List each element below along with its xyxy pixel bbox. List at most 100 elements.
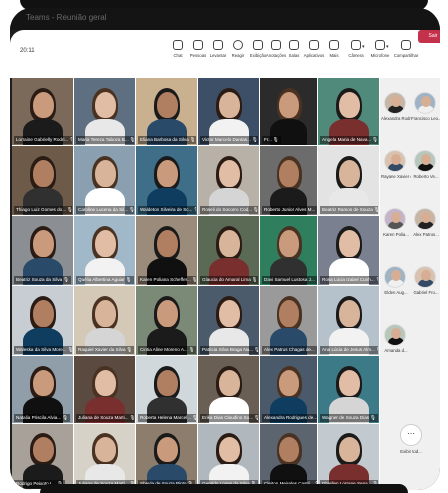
participant-face [339, 370, 360, 396]
participant-face [95, 437, 116, 462]
participant-video-tile[interactable]: Geraldo Lopes da Silva🎙 [198, 424, 259, 489]
panel-participant[interactable]: Karen Polia... [381, 208, 409, 237]
avatar [384, 92, 406, 114]
panel-participant[interactable]: Alex Patrus... [411, 208, 439, 237]
microphone-icon: 🎙 [316, 347, 317, 352]
participant-video-tile[interactable]: Beatriz Souza da Silva🎙 [12, 216, 73, 285]
participant-video-tile[interactable]: Alex Patrus Chagas de...🎙 [260, 286, 317, 355]
panel-participant-name: Alex Patrus... [413, 232, 439, 237]
participant-face [219, 370, 240, 396]
panel-participant[interactable]: Roberto Ve... [411, 150, 439, 179]
participant-video-tile[interactable]: Ana Lúcia de Jesus Alm...🎙 [318, 286, 379, 355]
microphone-icon: 🎙 [67, 207, 72, 212]
participant-name: Maria Tereza Taboza B... [78, 137, 129, 142]
participant-name: Victor Marcelo Dantas... [202, 137, 251, 142]
bottom-device-bezel [40, 484, 408, 493]
participant-face [219, 300, 240, 327]
participant-video-tile[interactable]: Waleska da Silva More...🎙 [12, 286, 73, 355]
participant-face [219, 92, 240, 118]
participant-face [279, 300, 299, 327]
avatar-face [391, 270, 401, 281]
participant-video-tile[interactable]: Roberta Helena Marcel...🎙 [136, 356, 197, 423]
participant-video-tile[interactable]: Glaucia do Amaral Lima🎙 [198, 216, 259, 285]
participant-face [95, 370, 116, 396]
participant-video-tile[interactable]: Rosa Lúcia Izabel Cunh...🎙 [318, 216, 379, 285]
panel-participant[interactable]: Rayane Xavier d... [381, 150, 411, 179]
react-icon [233, 40, 243, 50]
participant-video-tile[interactable]: Juliana de Souza Marti...🎙 [74, 424, 135, 489]
participant-video-tile[interactable]: Beatriz Ramos de Souza🎙 [318, 146, 379, 215]
participant-video-tile[interactable]: Karen Poliana Scheffer...🎙 [136, 216, 197, 285]
panel-participant-name: Roberto Ve... [413, 174, 439, 179]
participant-video-tile[interactable]: Eliana Barbosa da Silva🎙 [136, 78, 197, 145]
participant-video-tile[interactable]: Dhiellen Lorrane Sena...🎙 [318, 424, 379, 489]
participant-video-tile[interactable]: Maria Tereza Taboza B...🎙 [74, 78, 135, 145]
panel-participant-name: Gabriel Fro... [413, 290, 439, 295]
participant-video-tile[interactable]: Alexandra Rodrigues de...🎙 [260, 356, 317, 423]
participant-video-tile[interactable]: Raquiel Xavier da Silva🎙 [74, 286, 135, 355]
participant-video-tile[interactable]: Quélia Albertina Aguiar🎙 [74, 216, 135, 285]
screenshot-frame: Teams - Reunião geral 20:11 Chat Pessoas L… [0, 0, 448, 493]
participant-video-tile[interactable]: Caroline Lucena da Sil...🎙 [74, 146, 135, 215]
avatar [384, 208, 406, 230]
microphone-icon: 🎙 [191, 277, 196, 282]
panel-participant[interactable]: Alexandra Rodri... [381, 92, 411, 121]
participant-face [279, 160, 299, 187]
participant-face [219, 230, 240, 257]
toolbar-microfone-button[interactable]: Microfone ▾ [369, 38, 391, 74]
toolbar-compartilhar-button[interactable]: Compartilhar [394, 38, 418, 74]
participant-video-tile[interactable]: Wagner de Souza Dias🎙 [318, 356, 379, 423]
participant-name: Alexandra Rodrigues de... [264, 415, 317, 420]
microphone-icon: 🎙 [376, 347, 378, 352]
participant-face [219, 437, 240, 462]
participant-face [157, 160, 178, 187]
participant-video-tile[interactable]: Cleiton Meireles Castil...🎙 [260, 424, 317, 489]
participant-video-tile[interactable]: Rodrigo Peixoto L...🎙 [12, 424, 73, 489]
avatar [414, 208, 436, 230]
panel-participant[interactable]: Elden Aug... [381, 266, 409, 295]
chevron-down-icon[interactable]: ▾ [386, 44, 389, 50]
participant-face [157, 437, 178, 462]
participant-face [339, 230, 360, 257]
participant-video-tile[interactable]: Roberto Junior Alves M...🎙 [260, 146, 317, 215]
participant-video-tile[interactable]: Sheyla de Souza Pinto🎙 [136, 424, 197, 489]
participant-video-tile[interactable]: Juliana de Souza Marti...🎙 [74, 356, 135, 423]
panel-participant-name: Alexandra Rodri... [381, 116, 411, 121]
participant-video-tile[interactable]: Patricia Silva Braga Na...🎙 [198, 286, 259, 355]
more-people-button[interactable]: ⋯ [400, 424, 422, 446]
participant-video-tile[interactable]: Davi Samuel Lustosa J...🎙 [260, 216, 317, 285]
leave-button[interactable]: Sair [418, 30, 440, 43]
participant-name: Rosa Lúcia Izabel Cunh... [322, 277, 375, 282]
participant-face [33, 370, 54, 396]
participant-video-tile[interactable]: Lorraine Gabrielly Rodri...🎙 [12, 78, 73, 145]
participant-video-tile[interactable]: Roseli do Socorro Cod...🎙 [198, 146, 259, 215]
participant-video-tile[interactable]: Thiago Luiz Gomes do...🎙 [12, 146, 73, 215]
participant-name: Wagner de Souza Dias [322, 415, 370, 420]
toolbar-button-label: Compartilhar [393, 53, 419, 58]
meeting-window: Teams - Reunião geral 20:11 Chat Pessoas L… [10, 8, 440, 490]
participant-video-tile[interactable]: Natalia Priscila Alvia...🎙 [12, 356, 73, 423]
participant-video-tile[interactable]: Angela Maria de Nava...🎙 [318, 78, 379, 145]
participant-face [33, 160, 54, 187]
participant-name: Beatriz Ramos de Souza [322, 207, 373, 212]
participant-video-tile[interactable]: Erika Dias Claudino So...🎙 [198, 356, 259, 423]
participant-face [95, 230, 116, 257]
participant-name-label: Juliana de Souza Marti...🎙 [76, 414, 134, 422]
participant-face [157, 230, 178, 257]
participant-face [33, 92, 54, 118]
participant-name: Natalia Priscila Alvia... [16, 415, 62, 420]
panel-participant[interactable]: Gabriel Fro... [411, 266, 439, 295]
participant-name-label: Wagner de Souza Dias🎙 [320, 414, 378, 422]
participant-video-tile[interactable]: Victor Marcelo Dantas...🎙 [198, 78, 259, 145]
microphone-icon: 🎙 [372, 137, 378, 142]
chevron-down-icon[interactable]: ▾ [362, 44, 365, 50]
view-icon [253, 40, 263, 50]
participant-video-tile[interactable]: Cintia Aline Moreno A...🎙 [136, 286, 197, 355]
panel-participant[interactable]: Amanda d... [381, 324, 409, 353]
video-grid: Lorraine Gabrielly Rodri...🎙Maria Tereza… [12, 78, 380, 490]
participant-video-tile[interactable]: Fr...🎙 [260, 78, 317, 145]
share-icon [401, 40, 411, 50]
panel-participant[interactable]: Francisco Leo... [411, 92, 440, 121]
participant-video-tile[interactable]: Waldeton Silveira de Sc...🎙 [136, 146, 197, 215]
participant-name: Cintia Aline Moreno A... [140, 347, 188, 352]
